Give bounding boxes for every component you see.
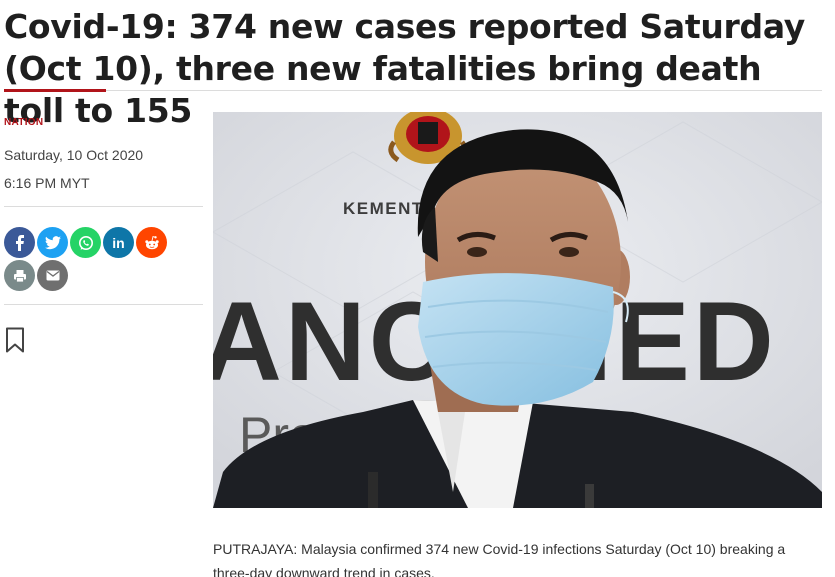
linkedin-share-button[interactable]: in: [103, 227, 134, 258]
reddit-icon: [144, 235, 159, 249]
envelope-icon: [46, 270, 59, 281]
headline-accent-bar: [4, 89, 106, 92]
press-conference-image: KEMENT ANC IED Pre nce: [213, 112, 822, 508]
email-share-button[interactable]: [37, 260, 68, 291]
twitter-share-button[interactable]: [37, 227, 68, 258]
bookmark-icon[interactable]: [5, 327, 25, 353]
printer-icon: [13, 269, 26, 282]
share-buttons-row-1: in: [4, 227, 167, 258]
print-button[interactable]: [4, 260, 35, 291]
backdrop-text-big: ANC: [213, 279, 453, 404]
article-photo: KEMENT ANC IED Pre nce: [213, 112, 822, 508]
backdrop-text-top: KEMENT: [343, 199, 424, 218]
share-divider: [4, 304, 203, 305]
facebook-share-button[interactable]: [4, 227, 35, 258]
linkedin-icon: in: [112, 234, 125, 251]
whatsapp-share-button[interactable]: [70, 227, 101, 258]
whatsapp-icon: [78, 235, 93, 250]
meta-divider: [4, 206, 203, 207]
category-link[interactable]: NATION: [4, 117, 43, 128]
reddit-share-button[interactable]: [136, 227, 167, 258]
twitter-icon: [44, 235, 61, 249]
article-lead: PUTRAJAYA: Malaysia confirmed 374 new Co…: [213, 541, 786, 577]
publish-time: 6:16 PM MYT: [4, 175, 90, 191]
headline-divider: [4, 90, 822, 91]
share-buttons-row-2: [4, 260, 68, 291]
publish-date: Saturday, 10 Oct 2020: [4, 147, 144, 163]
facebook-icon: [15, 234, 24, 251]
